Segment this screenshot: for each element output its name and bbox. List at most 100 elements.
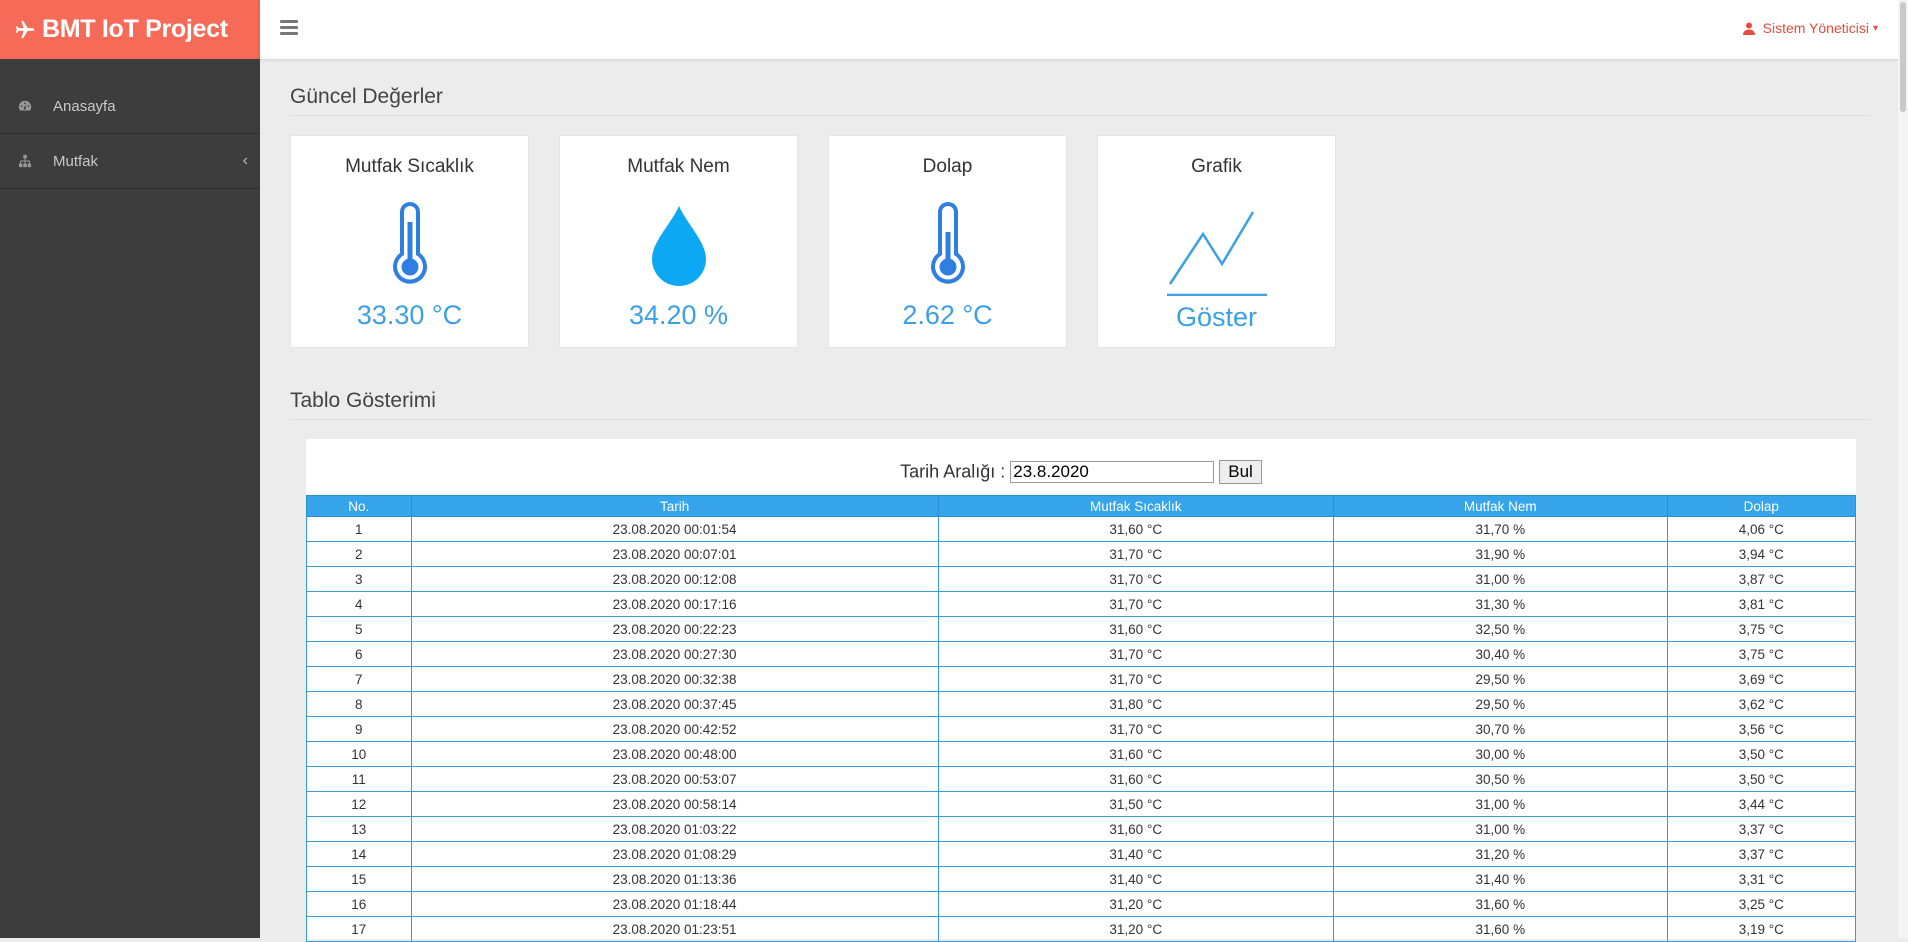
page-scrollbar[interactable] [1898, 0, 1908, 938]
user-name: Sistem Yöneticisi [1762, 20, 1869, 36]
table-row: 5 23.08.2020 00:22:23 31,60 °C 32,50 % 3,75 … [306, 616, 1857, 642]
table-cell: 7 [306, 666, 412, 692]
table-cell: 31,70 °C [937, 716, 1334, 742]
table-row: 8 23.08.2020 00:37:45 31,80 °C 29,50 % 3,62 … [306, 691, 1857, 717]
line-chart-icon [1166, 211, 1267, 296]
table-cell: 32,50 % [1332, 616, 1668, 642]
table-cell: 31,70 °C [937, 591, 1334, 617]
caret-down-icon: ▾ [1872, 22, 1878, 34]
table-cell: 23.08.2020 00:58:14 [410, 791, 939, 817]
table-row: 4 23.08.2020 00:17:16 31,70 °C 31,30 % 3,81 … [306, 591, 1857, 617]
column-header: Dolap [1666, 495, 1857, 517]
show-chart-link[interactable]: Göster [1098, 302, 1335, 333]
water-drop-icon [651, 206, 706, 286]
table-cell: 3,75 °C [1666, 641, 1857, 667]
table-cell: 30,50 % [1332, 766, 1668, 792]
table-cell: 3 [306, 566, 412, 592]
thermometer-icon [392, 202, 427, 284]
thermometer-icon [930, 202, 965, 284]
dashboard-icon [18, 100, 32, 111]
table-cell: 31,20 % [1332, 841, 1668, 867]
table-cell: 23.08.2020 01:18:44 [410, 891, 939, 917]
card-value: 33.30 °C [356, 300, 463, 330]
table-cell: 14 [306, 841, 412, 867]
card-value: 2.62 °C [902, 300, 993, 330]
table-cell: 31,00 % [1332, 791, 1668, 817]
table-cell: 29,50 % [1332, 691, 1668, 717]
table-cell: 30,00 % [1332, 741, 1668, 767]
table-cell: 10 [306, 741, 412, 767]
find-button[interactable]: Bul [1219, 460, 1262, 484]
table-cell: 3,50 °C [1666, 766, 1857, 792]
table-cell: 31,70 °C [937, 541, 1334, 567]
card-grafik[interactable]: Grafik Göster [1097, 135, 1336, 348]
table-cell: 23.08.2020 00:32:38 [410, 666, 939, 692]
table-row: 16 23.08.2020 01:18:44 31,20 °C 31,60 % 3,25… [306, 891, 1857, 917]
table-cell: 31,00 % [1332, 566, 1668, 592]
table-cell: 3,37 °C [1666, 816, 1857, 842]
table-cell: 31,60 °C [937, 766, 1334, 792]
table-cell: 31,00 % [1332, 816, 1668, 842]
table-cell: 3,81 °C [1666, 591, 1857, 617]
date-range-input[interactable] [1010, 461, 1215, 483]
table-cell: 9 [306, 716, 412, 742]
table-cell: 23.08.2020 00:27:30 [410, 641, 939, 667]
table-cell: 3,44 °C [1666, 791, 1857, 817]
table-cell: 23.08.2020 00:37:45 [410, 691, 939, 717]
table-cell: 31,40 % [1332, 866, 1668, 892]
table-cell: 30,70 % [1332, 716, 1668, 742]
table-cell: 31,70 % [1332, 516, 1668, 542]
table-cell: 23.08.2020 01:08:29 [410, 841, 939, 867]
user-menu[interactable]: Sistem Yöneticisi ▾ [1742, 20, 1878, 36]
table-cell: 23.08.2020 00:17:16 [410, 591, 939, 617]
table-body: 1 23.08.2020 00:01:54 31,60 °C 31,70 % 4,06 … [306, 516, 1857, 942]
card-title: Mutfak Nem [627, 156, 730, 177]
table-cell: 23.08.2020 00:12:08 [410, 566, 939, 592]
card-title: Grafik [1191, 156, 1242, 177]
table-cell: 31,70 °C [937, 566, 1334, 592]
column-header: Mutfak Sıcaklık [937, 495, 1334, 517]
date-filter: Tarih Aralığı : Bul [306, 460, 1856, 484]
card-value: 34.20 % [628, 300, 729, 330]
table-header-row: No. Tarih Mutfak Sıcaklık Mutfak Nem Dolap [306, 495, 1857, 517]
brand-title: BMT IoT Project [42, 15, 228, 43]
table-row: 15 23.08.2020 01:13:36 31,40 °C 31,40 % 3,31… [306, 866, 1857, 892]
sidebar: BMT IoT Project Anasayfa Mutfak ‹ [0, 0, 260, 938]
table-cell: 3,50 °C [1666, 741, 1857, 767]
menu-toggle-icon[interactable] [280, 20, 298, 36]
table-cell: 3,62 °C [1666, 691, 1857, 717]
table-cell: 31,90 % [1332, 541, 1668, 567]
table-cell: 16 [306, 891, 412, 917]
table-row: 10 23.08.2020 00:48:00 31,60 °C 30,00 % 3,50… [306, 741, 1857, 767]
table-cell: 8 [306, 691, 412, 717]
sitemap-icon [18, 154, 32, 168]
table-cell: 31,30 % [1332, 591, 1668, 617]
scrollbar-thumb[interactable] [1900, 2, 1906, 112]
table-cell: 31,60 % [1332, 891, 1668, 917]
section-title-table: Tablo Gösterimi [290, 389, 1870, 420]
table-cell: 23.08.2020 00:53:07 [410, 766, 939, 792]
table-row: 6 23.08.2020 00:27:30 31,70 °C 30,40 % 3,75 … [306, 641, 1857, 667]
table-cell: 4 [306, 591, 412, 617]
table-cell: 15 [306, 866, 412, 892]
table-cell: 31,60 °C [937, 616, 1334, 642]
card-title: Dolap [922, 156, 973, 177]
table-row: 11 23.08.2020 00:53:07 31,60 °C 30,50 % 3,50… [306, 766, 1857, 792]
table-cell: 12 [306, 791, 412, 817]
table-row: 1 23.08.2020 00:01:54 31,60 °C 31,70 % 4,06 … [306, 516, 1857, 542]
sidebar-item-anasayfa[interactable]: Anasayfa [0, 79, 260, 134]
table-cell: 3,94 °C [1666, 541, 1857, 567]
table-row: 13 23.08.2020 01:03:22 31,60 °C 31,00 % 3,37… [306, 816, 1857, 842]
table-cell: 13 [306, 816, 412, 842]
table-cell: 31,40 °C [937, 866, 1334, 892]
card-mutfak-sicaklik: Mutfak Sıcaklık 33.30 °C [290, 135, 529, 348]
table-cell: 23.08.2020 00:01:54 [410, 516, 939, 542]
table-cell: 3,75 °C [1666, 616, 1857, 642]
table-row: 9 23.08.2020 00:42:52 31,70 °C 30,70 % 3,56 … [306, 716, 1857, 742]
table-cell: 3,56 °C [1666, 716, 1857, 742]
readings-table: No. Tarih Mutfak Sıcaklık Mutfak Nem Dolap 1… [306, 495, 1857, 942]
column-header: No. [306, 495, 412, 517]
brand-logo[interactable]: BMT IoT Project [0, 0, 260, 59]
sidebar-item-mutfak[interactable]: Mutfak ‹ [0, 134, 260, 189]
card-title: Mutfak Sıcaklık [345, 156, 474, 177]
